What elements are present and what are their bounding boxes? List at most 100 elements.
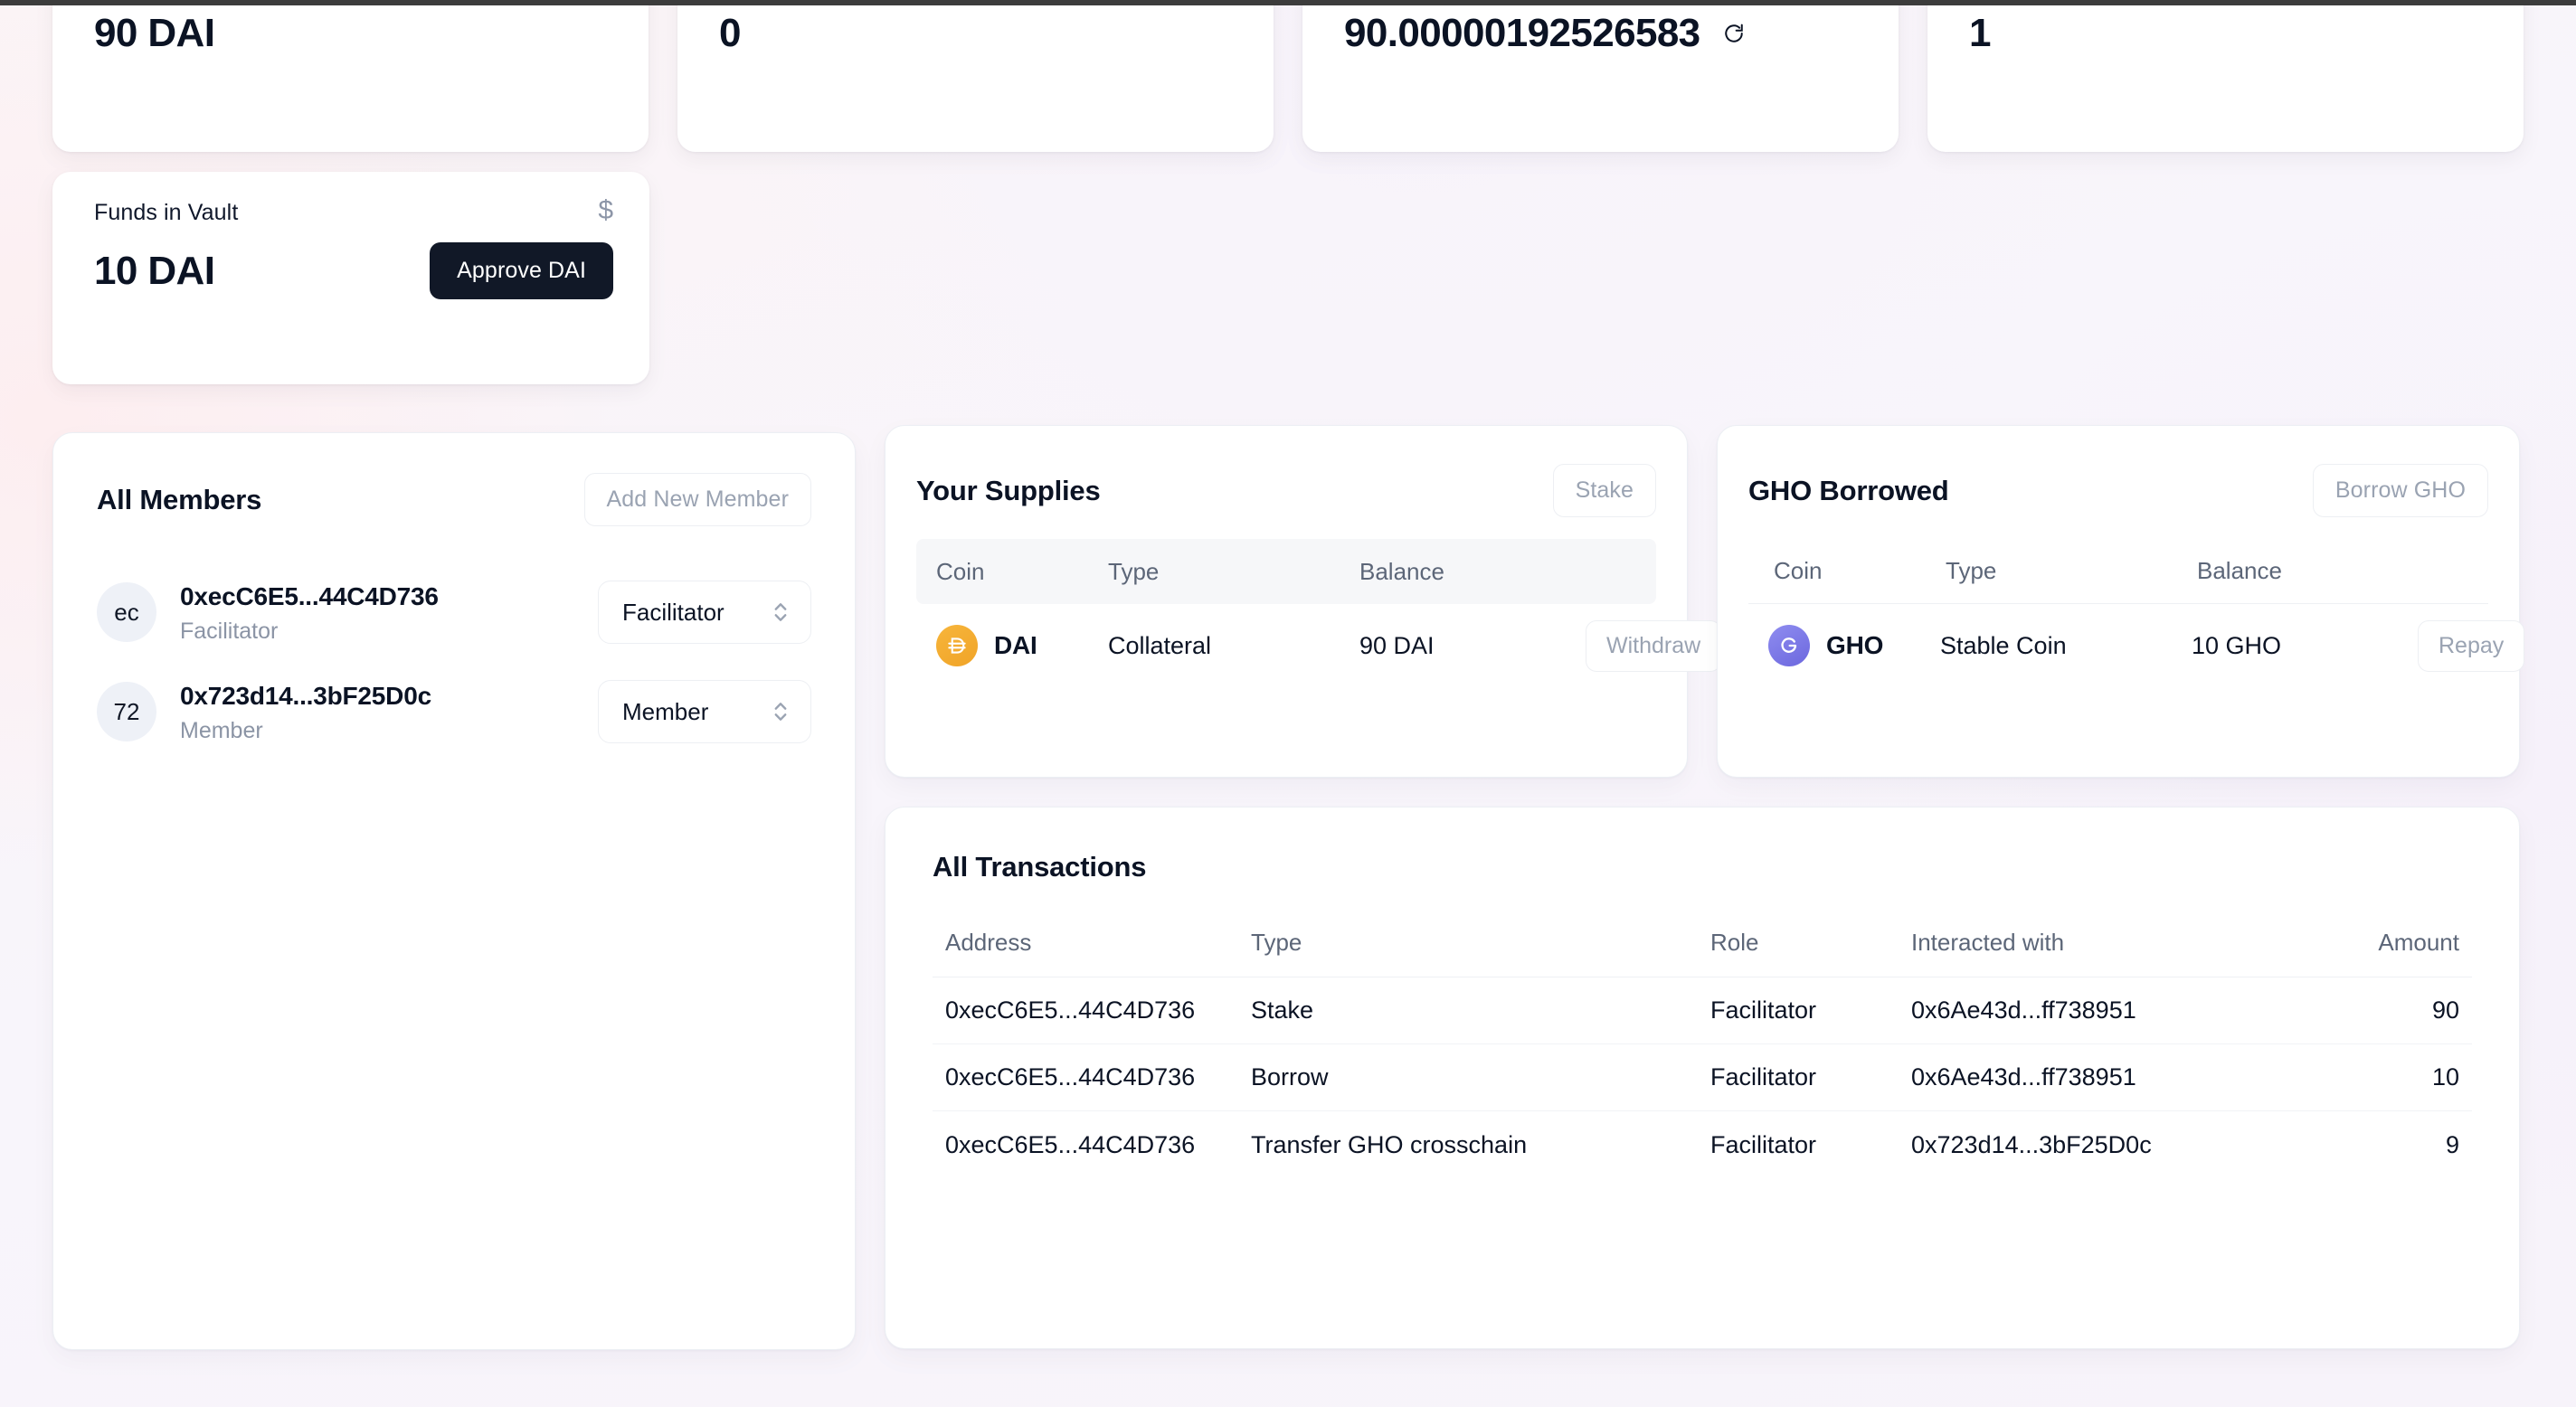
transaction-amount: 10 (2431, 1063, 2459, 1091)
gho-borrowed-panel: GHO Borrowed Borrow GHO Coin Type Balanc… (1717, 425, 2525, 778)
gho-coin-icon (1768, 625, 1810, 666)
borrow-gho-button[interactable]: Borrow GHO (2312, 464, 2488, 517)
funds-card-body: 10 DAI Approve DAI (94, 242, 613, 299)
transaction-interacted-with: 0x6Ae43d...ff738951 (1911, 996, 2136, 1024)
repay-button[interactable]: Repay (2418, 619, 2525, 672)
member-info: 0xecC6E5...44C4D736 Facilitator (180, 581, 574, 645)
transaction-interacted-with: 0x723d14...3bF25D0c (1911, 1130, 2152, 1158)
stat-card-value: 90 DAI (94, 11, 215, 55)
your-supplies-panel: Your Supplies Stake Coin Type Balance DA… (885, 425, 1722, 778)
stat-card-value: 90.00000192526583 (1344, 11, 1700, 55)
table-row: 0xecC6E5...44C4D736 Transfer GHO crossch… (933, 1111, 2472, 1178)
transaction-amount: 9 (2445, 1130, 2459, 1158)
stat-card-adai-balance: aDAI Balance $ 90.00000192526583 (1302, 0, 1899, 152)
all-members-header: All Members Add New Member (97, 473, 811, 526)
members-list: ec 0xecC6E5...44C4D736 Facilitator Facil… (97, 562, 811, 761)
column-header-type: Type (1251, 929, 1302, 956)
chevron-up-down-icon (772, 698, 789, 725)
column-header-coin: Coin (1774, 557, 1823, 584)
stat-card-value: 1 (1969, 11, 1991, 55)
list-item[interactable]: 72 0x723d14...3bF25D0c Member Member (97, 662, 811, 761)
borrowed-coin-cell: GHO (1768, 625, 1940, 666)
all-transactions-panel: All Transactions Address Type Role Inter… (885, 807, 2520, 1349)
table-row: GHO Stable Coin 10 GHO Repay (1748, 604, 2525, 687)
funds-in-vault-card: Funds in Vault $ 10 DAI Approve DAI (52, 172, 649, 384)
add-new-member-button[interactable]: Add New Member (583, 473, 811, 526)
your-supplies-header: Your Supplies Stake (916, 464, 1656, 517)
supplies-table: Coin Type Balance DAI Collateral 90 DAI … (916, 539, 1722, 687)
page-title-all-transactions: All Transactions (933, 851, 1147, 883)
funds-card-header: Funds in Vault $ (94, 195, 613, 226)
browser-chrome-strip (0, 0, 2576, 5)
column-header-balance: Balance (1359, 557, 1444, 585)
stake-button[interactable]: Stake (1552, 464, 1656, 517)
column-header-type: Type (1946, 557, 1997, 584)
supplies-coin-cell: DAI (936, 625, 1108, 666)
transaction-type: Stake (1251, 996, 1314, 1024)
member-role-label: Facilitator (180, 618, 279, 644)
borrowed-type-cell: Stable Coin (1940, 631, 2067, 659)
all-transactions-header: All Transactions (933, 851, 2472, 883)
member-address: 0xecC6E5...44C4D736 (180, 581, 439, 610)
stat-card-value: 0 (719, 11, 741, 55)
supplies-balance-cell: 90 DAI (1359, 631, 1435, 659)
stat-card-value-row: 90 DAI (94, 11, 612, 56)
dashboard-page: Total Staked $ 90 DAI No of Facilatators… (0, 0, 2576, 1407)
all-members-panel: All Members Add New Member ec 0xecC6E5..… (52, 432, 856, 1350)
transaction-address: 0xecC6E5...44C4D736 (945, 1130, 1196, 1158)
funds-card-label: Funds in Vault (94, 200, 239, 225)
member-role-label: Member (180, 717, 263, 743)
stat-cards-row: Total Staked $ 90 DAI No of Facilatators… (52, 0, 2524, 152)
page-title-gho-borrowed: GHO Borrowed (1748, 474, 1949, 506)
chevron-up-down-icon (772, 599, 789, 626)
transaction-type: Borrow (1251, 1063, 1329, 1091)
stat-card-gho-vault-balance: GHO Vault Balance $ 1 (1927, 0, 2524, 152)
list-item[interactable]: ec 0xecC6E5...44C4D736 Facilitator Facil… (97, 562, 811, 662)
column-header-coin: Coin (936, 557, 985, 585)
borrowed-table-header: Coin Type Balance (1748, 539, 2488, 604)
table-row: 0xecC6E5...44C4D736 Borrow Facilitator 0… (933, 1044, 2472, 1111)
borrowed-action-cell: Repay (2418, 619, 2525, 672)
member-role-select[interactable]: Facilitator (598, 581, 811, 644)
dai-coin-icon (936, 625, 978, 666)
borrowed-table: Coin Type Balance GHO Stable Coin 10 GHO (1748, 539, 2525, 687)
transactions-table: Address Type Role Interacted with Amount… (933, 929, 2472, 1178)
coin-name: DAI (994, 631, 1037, 659)
transaction-address: 0xecC6E5...44C4D736 (945, 1063, 1196, 1091)
column-header-type: Type (1108, 557, 1160, 585)
column-header-balance: Balance (2197, 557, 2282, 584)
stat-card-value-row: 1 (1969, 11, 2487, 56)
supplies-action-cell: Withdraw (1586, 619, 1722, 672)
stat-card-no-of-facilitators: No of Facilatators $ 0 (677, 0, 1274, 152)
dollar-icon: $ (598, 195, 613, 225)
stat-card-value-row: 0 (719, 11, 1237, 56)
transactions-table-header: Address Type Role Interacted with Amount (933, 929, 2472, 977)
refresh-icon[interactable] (1720, 20, 1747, 47)
approve-dai-button[interactable]: Approve DAI (430, 242, 613, 299)
transaction-role: Facilitator (1710, 1063, 1817, 1091)
avatar: ec (97, 582, 156, 642)
coin-name: GHO (1826, 631, 1884, 659)
supplies-type-cell: Collateral (1108, 631, 1212, 659)
borrowed-balance-cell: 10 GHO (2192, 631, 2282, 659)
column-header-amount: Amount (2378, 929, 2459, 956)
transaction-role: Facilitator (1710, 1130, 1817, 1158)
gho-borrowed-header: GHO Borrowed Borrow GHO (1748, 464, 2488, 517)
member-address: 0x723d14...3bF25D0c (180, 681, 431, 710)
withdraw-button[interactable]: Withdraw (1586, 619, 1722, 672)
page-title-all-members: All Members (97, 483, 262, 515)
table-row: 0xecC6E5...44C4D736 Stake Facilitator 0x… (933, 977, 2472, 1044)
transaction-role: Facilitator (1710, 996, 1817, 1024)
column-header-role: Role (1710, 929, 1759, 956)
column-header-address: Address (945, 929, 1032, 956)
member-role-select[interactable]: Member (598, 680, 811, 743)
member-role-select-value: Member (622, 697, 709, 725)
column-header-interacted-with: Interacted with (1911, 929, 2065, 956)
stat-card-total-staked: Total Staked $ 90 DAI (52, 0, 649, 152)
transaction-amount: 90 (2431, 996, 2459, 1024)
stat-card-value-row: 90.00000192526583 (1344, 11, 1862, 56)
table-row: DAI Collateral 90 DAI Withdraw (916, 604, 1722, 687)
member-role-select-value: Facilitator (622, 598, 724, 626)
transaction-address: 0xecC6E5...44C4D736 (945, 996, 1196, 1024)
supplies-table-header: Coin Type Balance (916, 539, 1656, 604)
